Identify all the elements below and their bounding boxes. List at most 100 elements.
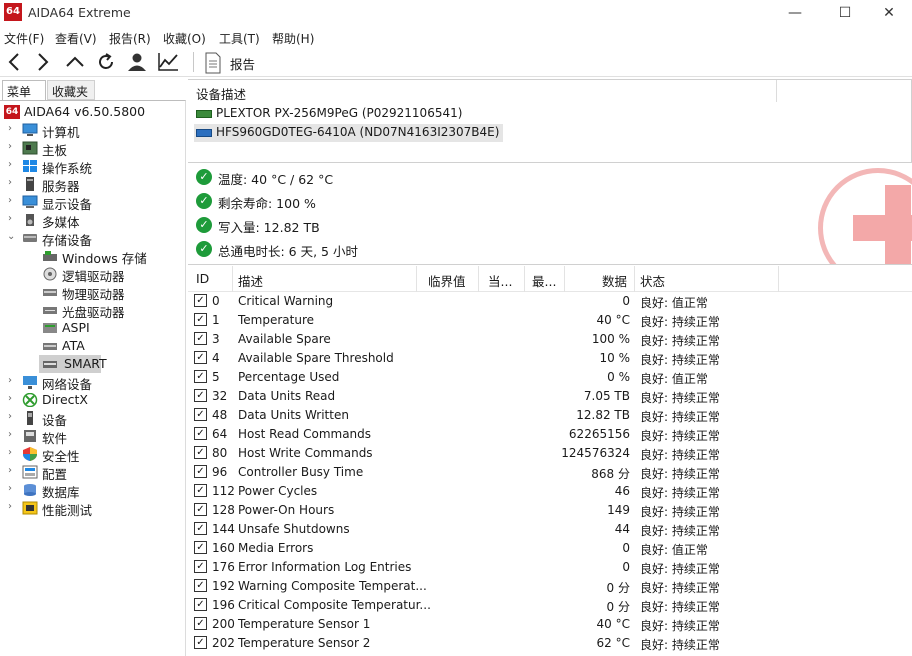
tree-item-benchmark[interactable]: › 性能测试 xyxy=(0,499,186,518)
tree-item-multimedia[interactable]: › 多媒体 xyxy=(0,211,186,230)
row-checkbox[interactable]: ✓ xyxy=(194,503,207,516)
row-checkbox[interactable]: ✓ xyxy=(194,446,207,459)
row-checkbox[interactable]: ✓ xyxy=(194,617,207,630)
table-row[interactable]: ✓ 80 Host Write Commands 124576324 良好: 持续正常 xyxy=(188,444,912,463)
chevron-right-icon[interactable]: › xyxy=(8,447,18,458)
tab-favorites[interactable]: 收藏夹 xyxy=(47,80,95,100)
tree-item-logical-drives[interactable]: 逻辑驱动器 xyxy=(0,265,186,284)
row-checkbox[interactable]: ✓ xyxy=(194,389,207,402)
refresh-button[interactable] xyxy=(93,50,119,74)
table-row[interactable]: ✓ 200 Temperature Sensor 1 40 °C 良好: 持续正常 xyxy=(188,615,912,634)
maximize-button[interactable]: ☐ xyxy=(822,0,868,26)
table-row[interactable]: ✓ 1 Temperature 40 °C 良好: 持续正常 xyxy=(188,311,912,330)
table-row[interactable]: ✓ 202 Temperature Sensor 2 62 °C 良好: 持续正常 xyxy=(188,634,912,653)
chevron-right-icon[interactable]: › xyxy=(8,123,18,134)
row-checkbox[interactable]: ✓ xyxy=(194,427,207,440)
header-status[interactable]: 状态 xyxy=(640,271,665,290)
chevron-right-icon[interactable]: › xyxy=(8,195,18,206)
chevron-right-icon[interactable]: › xyxy=(8,465,18,476)
user-button[interactable] xyxy=(124,50,150,74)
tree-item-aspi[interactable]: ASPI xyxy=(0,319,186,337)
chevron-right-icon[interactable]: › xyxy=(8,393,18,404)
tree-item-optical-drives[interactable]: 光盘驱动器 xyxy=(0,301,186,320)
row-checkbox[interactable]: ✓ xyxy=(194,313,207,326)
row-checkbox[interactable]: ✓ xyxy=(194,541,207,554)
tree-item-server[interactable]: › 服务器 xyxy=(0,175,186,194)
table-row[interactable]: ✓ 112 Power Cycles 46 良好: 持续正常 xyxy=(188,482,912,501)
tree-item-devices[interactable]: › 设备 xyxy=(0,409,186,428)
row-checkbox[interactable]: ✓ xyxy=(194,579,207,592)
header-threshold[interactable]: 临界值 xyxy=(428,271,466,290)
tree-root[interactable]: 64 AIDA64 v6.50.5800 xyxy=(0,103,186,121)
benchmark-button[interactable] xyxy=(155,50,181,74)
table-row[interactable]: ✓ 128 Power-On Hours 149 良好: 持续正常 xyxy=(188,501,912,520)
close-button[interactable]: ✕ xyxy=(866,0,912,26)
row-checkbox[interactable]: ✓ xyxy=(194,351,207,364)
tree-item-directx[interactable]: › DirectX xyxy=(0,391,186,409)
table-row[interactable]: ✓ 176 Error Information Log Entries 0 良好: 持续… xyxy=(188,558,912,577)
header-worst[interactable]: 最... xyxy=(532,271,556,290)
tree-item-software[interactable]: › 软件 xyxy=(0,427,186,446)
chevron-right-icon[interactable]: › xyxy=(8,429,18,440)
row-checkbox[interactable]: ✓ xyxy=(194,465,207,478)
tree-item-storage[interactable]: ⌄ 存储设备 xyxy=(0,229,186,248)
minimize-button[interactable]: — xyxy=(772,0,818,26)
device-item-plextor[interactable]: PLEXTOR PX-256M9PeG (P02921106541) xyxy=(194,105,466,123)
tree-item-smart[interactable]: SMART xyxy=(0,355,186,373)
header-current[interactable]: 当... xyxy=(488,271,512,290)
tree-item-os[interactable]: › 操作系统 xyxy=(0,157,186,176)
row-checkbox[interactable]: ✓ xyxy=(194,370,207,383)
row-checkbox[interactable]: ✓ xyxy=(194,522,207,535)
table-row[interactable]: ✓ 3 Available Spare 100 % 良好: 持续正常 xyxy=(188,330,912,349)
menu-tools[interactable]: 工具(T) xyxy=(219,30,260,47)
table-row[interactable]: ✓ 96 Controller Busy Time 868 分良好: 持续正常 xyxy=(188,463,912,482)
table-row[interactable]: ✓ 64 Host Read Commands 62265156 良好: 持续正常 xyxy=(188,425,912,444)
forward-button[interactable] xyxy=(30,50,56,74)
table-row[interactable]: ✓ 196 Critical Composite Temperatur... 0 分良… xyxy=(188,596,912,615)
row-checkbox[interactable]: ✓ xyxy=(194,408,207,421)
chevron-right-icon[interactable]: › xyxy=(8,213,18,224)
chevron-right-icon[interactable]: › xyxy=(8,483,18,494)
header-desc[interactable]: 描述 xyxy=(238,271,263,290)
tree-item-config[interactable]: › 配置 xyxy=(0,463,186,482)
header-data[interactable]: 数据 xyxy=(602,271,627,290)
chevron-right-icon[interactable]: › xyxy=(8,411,18,422)
tree-item-network[interactable]: › 网络设备 xyxy=(0,373,186,392)
table-row[interactable]: ✓ 160 Media Errors 0 良好: 值正常 xyxy=(188,539,912,558)
tree-item-windows-storage[interactable]: Windows 存储 xyxy=(0,247,186,266)
table-row[interactable]: ✓ 144 Unsafe Shutdowns 44 良好: 持续正常 xyxy=(188,520,912,539)
device-item-hfs960[interactable]: HFS960GD0TEG-6410A (ND07N4163I2307B4E) xyxy=(194,124,504,142)
row-checkbox[interactable]: ✓ xyxy=(194,332,207,345)
chevron-down-icon[interactable]: ⌄ xyxy=(7,231,17,242)
chevron-right-icon[interactable]: › xyxy=(8,375,18,386)
chevron-right-icon[interactable]: › xyxy=(8,141,18,152)
tree-item-display[interactable]: › 显示设备 xyxy=(0,193,186,212)
table-row[interactable]: ✓ 4 Available Spare Threshold 10 % 良好: 持续正常 xyxy=(188,349,912,368)
header-id[interactable]: ID xyxy=(196,271,209,286)
row-checkbox[interactable]: ✓ xyxy=(194,294,207,307)
tree-item-database[interactable]: › 数据库 xyxy=(0,481,186,500)
back-button[interactable] xyxy=(2,50,28,74)
table-row[interactable]: ✓ 32 Data Units Read 7.05 TB 良好: 持续正常 xyxy=(188,387,912,406)
table-row[interactable]: ✓ 48 Data Units Written 12.82 TB 良好: 持续正常 xyxy=(188,406,912,425)
tree-item-physical-drives[interactable]: 物理驱动器 xyxy=(0,283,186,302)
tab-menu[interactable]: 菜单 xyxy=(2,80,46,100)
tree-item-motherboard[interactable]: › 主板 xyxy=(0,139,186,158)
tree-item-computer[interactable]: › 计算机 xyxy=(0,121,186,140)
report-label[interactable]: 报告 xyxy=(230,54,255,73)
tree-item-ata[interactable]: ATA xyxy=(0,337,186,355)
chevron-right-icon[interactable]: › xyxy=(8,501,18,512)
menu-file[interactable]: 文件(F) xyxy=(4,30,44,47)
chevron-right-icon[interactable]: › xyxy=(8,177,18,188)
menu-help[interactable]: 帮助(H) xyxy=(272,30,314,47)
report-button[interactable] xyxy=(204,52,222,77)
menu-favorites[interactable]: 收藏(O) xyxy=(163,30,206,47)
menu-view[interactable]: 查看(V) xyxy=(55,30,97,47)
row-checkbox[interactable]: ✓ xyxy=(194,598,207,611)
up-button[interactable] xyxy=(62,50,88,74)
table-row[interactable]: ✓ 0 Critical Warning 0 良好: 值正常 xyxy=(188,292,912,311)
tree-item-security[interactable]: › 安全性 xyxy=(0,445,186,464)
row-checkbox[interactable]: ✓ xyxy=(194,484,207,497)
row-checkbox[interactable]: ✓ xyxy=(194,560,207,573)
chevron-right-icon[interactable]: › xyxy=(8,159,18,170)
